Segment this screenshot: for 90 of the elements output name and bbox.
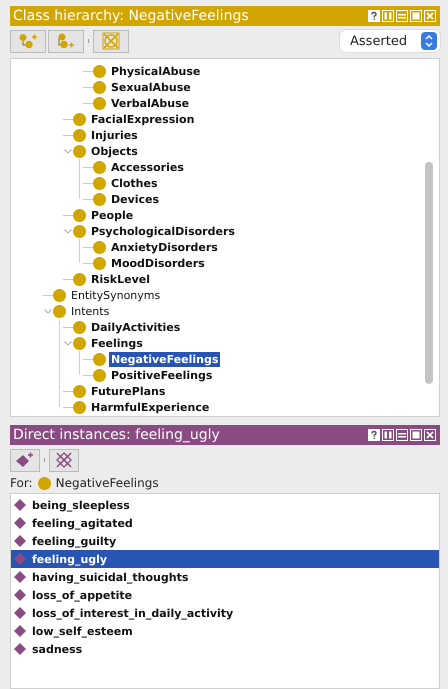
class-icon xyxy=(73,144,86,158)
tree-item[interactable]: MoodDisorders xyxy=(109,256,207,270)
maximize-icon[interactable] xyxy=(410,429,422,441)
tree-item[interactable]: PositiveFeelings xyxy=(109,368,214,382)
tree-item[interactable]: PhysicalAbuse xyxy=(109,64,202,78)
instance-item[interactable]: having_suicidal_thoughts xyxy=(11,568,439,586)
individual-icon xyxy=(14,625,26,637)
instance-item[interactable]: loss_of_interest_in_daily_activity xyxy=(11,604,439,622)
class-icon xyxy=(73,336,86,350)
class-icon xyxy=(73,272,86,286)
instance-item[interactable]: feeling_guilty xyxy=(11,532,439,550)
add-individual-icon xyxy=(14,452,36,468)
add-subclass-icon xyxy=(18,33,38,49)
class-icon xyxy=(73,320,86,334)
tree-item[interactable]: AnxietyDisorders xyxy=(109,240,220,254)
scrollbar-thumb[interactable] xyxy=(425,162,433,384)
class-icon xyxy=(93,96,106,110)
delete-icon xyxy=(102,32,120,50)
individual-icon xyxy=(14,643,26,655)
class-icon xyxy=(93,64,106,78)
individual-icon xyxy=(14,517,26,529)
panel-title: Class hierarchy: NegativeFeelings xyxy=(13,8,250,24)
stepper-icon xyxy=(421,32,437,50)
tree-item[interactable]: RiskLevel xyxy=(89,272,152,286)
delete-icon xyxy=(55,451,73,469)
individual-icon xyxy=(14,553,26,565)
expand-caret-icon[interactable] xyxy=(64,340,72,346)
class-icon xyxy=(73,112,86,126)
tree-item[interactable]: VerbalAbuse xyxy=(109,96,192,110)
close-icon[interactable] xyxy=(424,429,436,441)
class-name: NegativeFeelings xyxy=(56,476,159,490)
instance-item[interactable]: sadness xyxy=(11,640,439,658)
class-icon xyxy=(93,192,106,206)
add-subclass-button[interactable] xyxy=(10,30,46,52)
class-icon xyxy=(73,128,86,142)
for-label: For: xyxy=(10,476,33,490)
expand-caret-icon[interactable] xyxy=(64,228,72,234)
split-icon[interactable] xyxy=(382,429,394,441)
expand-caret-icon[interactable] xyxy=(44,308,52,314)
tree-item[interactable]: HarmfulExperience xyxy=(89,400,212,414)
class-icon xyxy=(93,240,106,254)
tree-item[interactable]: Objects xyxy=(89,144,140,158)
class-icon xyxy=(93,80,106,94)
class-icon xyxy=(38,476,51,490)
class-icon xyxy=(93,368,106,382)
tree-item[interactable]: Accessories xyxy=(109,160,186,174)
minimize-icon[interactable] xyxy=(396,429,408,441)
delete-class-button[interactable] xyxy=(93,30,129,52)
tree-item[interactable]: FacialExpression xyxy=(89,112,196,126)
view-mode-dropdown[interactable]: Asserted xyxy=(340,30,440,52)
instance-item[interactable]: low_self_esteem xyxy=(11,622,439,640)
individual-icon xyxy=(14,589,26,601)
individual-icon xyxy=(14,571,26,583)
add-sibling-button[interactable] xyxy=(48,30,84,52)
individual-icon xyxy=(14,535,26,547)
individual-icon xyxy=(14,607,26,619)
class-icon xyxy=(73,400,86,414)
panel-title: Direct instances: feeling_ugly xyxy=(13,427,221,443)
class-icon xyxy=(53,288,66,302)
tree-item[interactable]: DailyActivities xyxy=(89,320,182,334)
help-icon[interactable] xyxy=(368,429,380,441)
help-icon[interactable] xyxy=(368,10,380,22)
instance-item[interactable]: feeling_ugly xyxy=(11,550,439,568)
tree-item[interactable]: FuturePlans xyxy=(89,384,168,398)
tree-item[interactable]: Feelings xyxy=(89,336,145,350)
instance-item[interactable]: feeling_agitated xyxy=(11,514,439,532)
tree-item[interactable]: Injuries xyxy=(89,128,140,142)
class-icon xyxy=(93,256,106,270)
tree-item[interactable]: Clothes xyxy=(109,176,160,190)
tree-item[interactable]: Devices xyxy=(109,192,162,206)
tree-item[interactable]: Intents xyxy=(69,304,112,318)
tree-item[interactable]: NegativeFeelings xyxy=(109,352,220,366)
tree-item[interactable]: SexualAbuse xyxy=(109,80,193,94)
class-icon xyxy=(73,224,86,238)
class-icon xyxy=(73,208,86,222)
tree-item[interactable]: EntitySynonyms xyxy=(69,288,162,302)
class-icon xyxy=(93,176,106,190)
add-individual-button[interactable] xyxy=(10,448,40,472)
tree-item[interactable]: People xyxy=(89,208,136,222)
add-sibling-icon xyxy=(56,33,76,49)
expand-caret-icon[interactable] xyxy=(64,148,72,154)
instance-item[interactable]: loss_of_appetite xyxy=(11,586,439,604)
class-icon xyxy=(93,160,106,174)
delete-individual-button[interactable] xyxy=(49,448,79,472)
class-icon xyxy=(73,384,86,398)
class-icon xyxy=(93,352,106,366)
class-icon xyxy=(53,304,66,318)
tree-item[interactable]: PsychologicalDisorders xyxy=(89,224,237,238)
instance-item[interactable]: being_sleepless xyxy=(11,496,439,514)
individual-icon xyxy=(14,499,26,511)
